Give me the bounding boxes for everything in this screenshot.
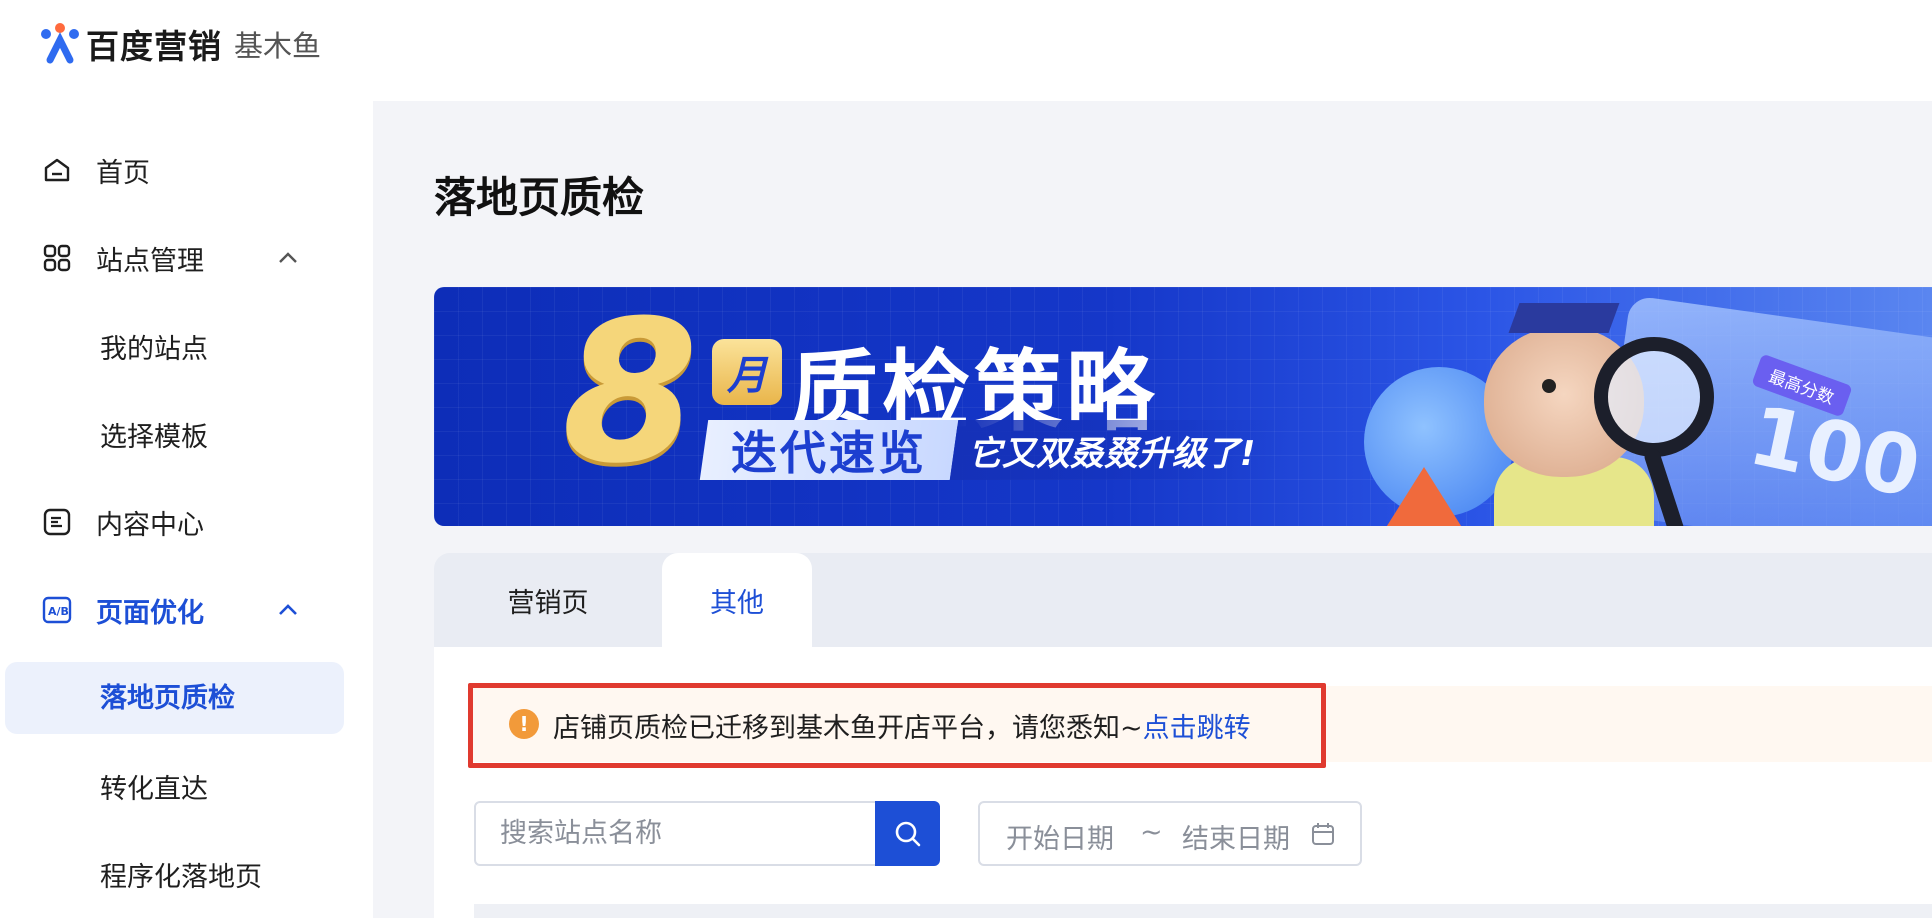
calendar-icon <box>1312 823 1334 845</box>
date-range-picker[interactable]: 开始日期 ~ 结束日期 <box>978 801 1362 866</box>
tab-bar: 营销页 其他 <box>434 553 1932 647</box>
notice-text: 店铺页质检已迁移到基木鱼开店平台，请您悉知~ <box>553 713 1143 744</box>
sidebar-item-my-sites[interactable]: 我的站点 <box>0 310 373 382</box>
brand-logo[interactable]: 百度营销 基木鱼 <box>36 20 321 68</box>
banner-sub-right-text: 它又双叒叕升级了! <box>968 433 1256 474</box>
date-start[interactable]: 开始日期 <box>1006 817 1114 856</box>
tab-other[interactable]: 其他 <box>662 553 812 647</box>
date-separator: ~ <box>1140 817 1163 848</box>
home-icon <box>44 158 70 182</box>
banner-month-badge: 月 <box>712 339 782 405</box>
sidebar-item-label: 站点管理 <box>96 245 204 277</box>
banner-sub-left-text: 迭代速览 <box>731 426 927 480</box>
cone-shape <box>1380 467 1468 526</box>
search-button[interactable] <box>875 801 940 866</box>
sidebar-item-label: 我的站点 <box>100 333 208 365</box>
baidu-marketing-logo-icon <box>36 20 84 68</box>
chevron-up-icon[interactable] <box>275 597 301 623</box>
brand-name: 百度营销 <box>86 27 222 66</box>
promo-banner[interactable]: 8 月 质检策略 迭代速览 它又双叒叕升级了! 最高分数 100 <box>434 287 1932 526</box>
sidebar-item-label: 页面优化 <box>96 597 204 629</box>
sidebar-item-page-optimization[interactable]: A/B 页面优化 <box>0 574 373 646</box>
notice-link[interactable]: 点击跳转 <box>1143 713 1251 744</box>
table-header <box>474 904 1932 918</box>
sidebar: 百度营销 基木鱼 首页 站点管理 我的站点 选择模板 内容中心 A/B 页面优化… <box>0 0 373 918</box>
search-icon <box>895 821 920 846</box>
magnifier-icon <box>1594 337 1714 457</box>
sidebar-item-label: 程序化落地页 <box>100 861 262 893</box>
grid-icon <box>43 244 71 272</box>
document-icon <box>43 508 71 536</box>
tab-marketing-page[interactable]: 营销页 <box>434 553 662 647</box>
sidebar-item-choose-template[interactable]: 选择模板 <box>0 398 373 470</box>
notice-message: 店铺页质检已迁移到基木鱼开店平台，请您悉知~点击跳转 <box>553 706 1251 745</box>
sidebar-item-label: 内容中心 <box>96 509 204 541</box>
sidebar-item-label: 首页 <box>96 157 150 189</box>
search-input[interactable] <box>476 803 876 864</box>
graduation-cap-icon <box>1508 303 1620 333</box>
sidebar-item-content-center[interactable]: 内容中心 <box>0 486 373 558</box>
ab-test-icon: A/B <box>42 596 72 624</box>
banner-illustration: 最高分数 100 <box>1284 287 1932 526</box>
sidebar-item-home[interactable]: 首页 <box>0 134 373 206</box>
product-name: 基木鱼 <box>234 29 322 63</box>
sidebar-item-site-management[interactable]: 站点管理 <box>0 222 373 294</box>
sidebar-item-label: 落地页质检 <box>100 682 235 714</box>
chevron-up-icon[interactable] <box>275 245 301 271</box>
sidebar-item-conversion-direct[interactable]: 转化直达 <box>0 750 373 822</box>
sidebar-item-landing-page-qc[interactable]: 落地页质检 <box>0 659 373 734</box>
page-title: 落地页质检 <box>434 173 645 222</box>
svg-text:A/B: A/B <box>48 605 69 618</box>
date-end[interactable]: 结束日期 <box>1182 817 1290 856</box>
top-bar <box>373 0 1932 101</box>
bear-eye <box>1542 379 1556 393</box>
banner-number: 8 <box>562 287 699 507</box>
banner-sub-left: 迭代速览 <box>699 420 959 480</box>
banner-sub-right: 它又双叒叕升级了! <box>949 420 1289 480</box>
sidebar-item-label: 转化直达 <box>100 773 208 805</box>
site-search <box>474 801 940 866</box>
sidebar-item-programmatic-landing-page[interactable]: 程序化落地页 <box>0 838 373 910</box>
sidebar-item-label: 选择模板 <box>100 421 208 453</box>
warning-icon: ! <box>509 709 539 739</box>
